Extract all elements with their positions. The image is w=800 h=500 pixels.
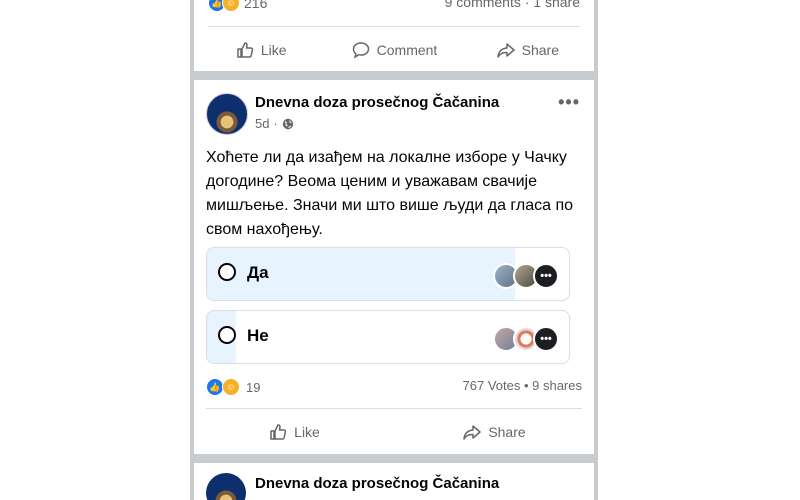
news-feed: 👍 ☺ 216 9 comments · 1 share Like Commen…	[190, 0, 598, 500]
poll-voters[interactable]: •••	[493, 263, 559, 289]
thumbs-up-icon	[270, 424, 287, 440]
share-arrow-icon	[463, 425, 482, 440]
poll-post-card: Dnevna doza prosečnog Čačanina 5d · ••• …	[194, 80, 594, 454]
page-name[interactable]: Dnevna doza prosečnog Čačanina	[255, 475, 499, 492]
poll-voters[interactable]: •••	[493, 326, 559, 352]
like-button[interactable]: Like	[194, 412, 394, 452]
poll-option-label: Да	[247, 263, 269, 282]
more-options-button[interactable]: •••	[558, 92, 580, 113]
previous-post-card: 👍 ☺ 216 9 comments · 1 share Like Commen…	[194, 0, 594, 71]
page-name[interactable]: Dnevna doza prosečnog Čačanina	[255, 94, 499, 111]
poll-radio-button[interactable]	[218, 263, 236, 281]
more-voters-icon: •••	[533, 326, 559, 352]
previous-post-stats: 👍 ☺ 216 9 comments · 1 share	[208, 0, 580, 12]
more-dots-icon: •••	[558, 92, 580, 112]
post-actions: Like Share	[194, 412, 594, 452]
post-time[interactable]: 5d	[255, 116, 269, 131]
comment-button[interactable]: Comment	[327, 30, 460, 70]
post-actions: Like Comment Share	[194, 30, 594, 70]
like-label: Like	[260, 42, 287, 58]
divider	[208, 26, 580, 27]
comment-bubble-icon	[352, 42, 369, 59]
share-button[interactable]: Share	[461, 30, 594, 70]
page-avatar[interactable]	[206, 473, 246, 500]
poll-option-label: Не	[247, 326, 269, 345]
comment-label: Comment	[376, 42, 438, 58]
share-arrow-icon	[496, 43, 515, 58]
more-voters-icon: •••	[533, 263, 559, 289]
divider	[206, 408, 582, 409]
post-text: Хоћете ли да изађем на локалне изборе у …	[206, 149, 574, 238]
comments-shares-count[interactable]: 9 comments · 1 share	[445, 0, 580, 10]
care-reaction-icon: ☺	[222, 378, 240, 396]
share-label: Share	[488, 424, 526, 440]
votes-shares-count[interactable]: 767 Votes • 9 shares	[463, 378, 582, 393]
globe-icon	[282, 118, 294, 129]
share-label: Share	[521, 42, 559, 58]
thumbs-up-icon	[237, 42, 253, 58]
poll-radio-button[interactable]	[218, 326, 236, 344]
like-button[interactable]: Like	[194, 30, 327, 70]
post-stats: 👍 ☺ 19 767 Votes • 9 shares	[206, 378, 582, 396]
next-post-card: Dnevna doza prosečnog Čačanina	[194, 463, 594, 500]
like-label: Like	[294, 424, 320, 440]
post-meta: 5d ·	[255, 116, 294, 131]
reaction-count[interactable]: 216	[244, 0, 267, 11]
page-avatar[interactable]	[206, 93, 248, 135]
poll-option-yes[interactable]: Да •••	[206, 247, 570, 301]
care-reaction-icon: ☺	[222, 0, 240, 12]
share-button[interactable]: Share	[394, 412, 594, 452]
poll-option-no[interactable]: Не •••	[206, 310, 570, 364]
reaction-count[interactable]: 19	[246, 380, 260, 395]
